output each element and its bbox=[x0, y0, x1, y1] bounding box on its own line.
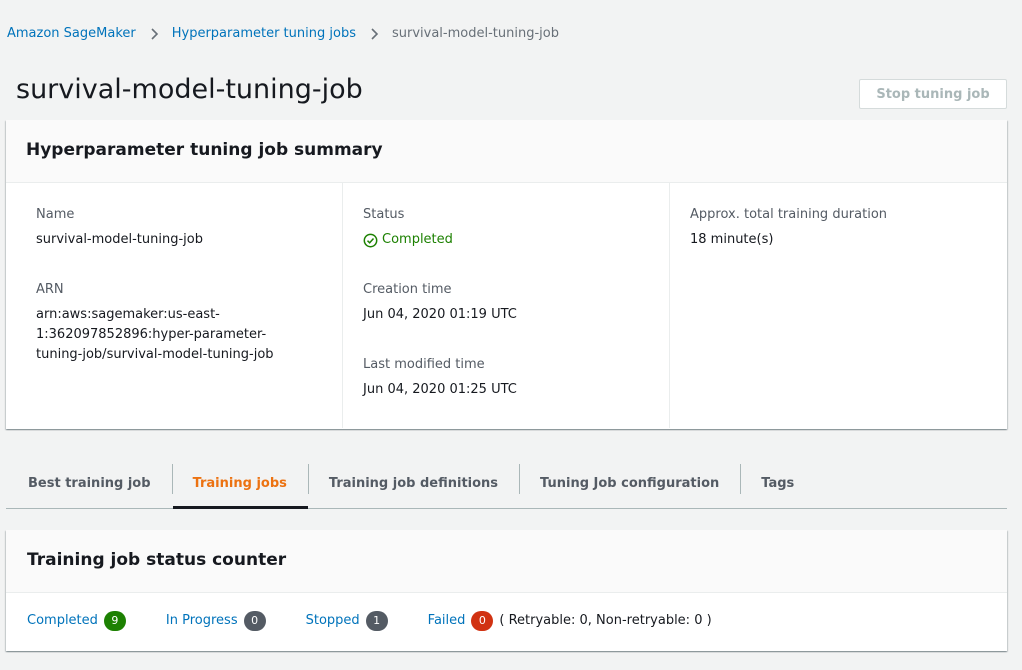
summary-column-3: Approx. total training duration 18 minut… bbox=[669, 183, 1007, 428]
summary-column-1: Name survival-model-tuning-job ARN arn:a… bbox=[6, 183, 342, 428]
status-label: Status bbox=[363, 207, 405, 222]
failed-link[interactable]: Failed bbox=[428, 613, 466, 628]
creation-time-label: Creation time bbox=[363, 282, 452, 297]
check-circle-icon bbox=[363, 233, 378, 248]
duration-value: 18 minute(s) bbox=[690, 232, 774, 247]
tab-tags[interactable]: Tags bbox=[740, 458, 815, 508]
failed-count-badge: 0 bbox=[471, 610, 494, 631]
counter-failed: Failed 0 ( Retryable: 0, Non-retryable: … bbox=[428, 610, 712, 631]
counter-stopped: Stopped 1 bbox=[306, 610, 388, 631]
arn-field: ARN arn:aws:sagemaker:us-east-1:36209785… bbox=[36, 280, 342, 365]
completed-link[interactable]: Completed bbox=[27, 613, 98, 628]
status-counter-title: Training job status counter bbox=[27, 550, 287, 570]
stopped-count-badge: 1 bbox=[365, 610, 388, 631]
name-field: Name survival-model-tuning-job bbox=[36, 205, 342, 250]
arn-label: ARN bbox=[36, 282, 64, 297]
summary-panel-header: Hyperparameter tuning job summary bbox=[6, 120, 1007, 183]
summary-column-2: Status Completed Creation time Jun 04, 2… bbox=[342, 183, 669, 428]
creation-time-field: Creation time Jun 04, 2020 01:19 UTC bbox=[363, 280, 669, 325]
name-value: survival-model-tuning-job bbox=[36, 232, 203, 247]
status-counter-header: Training job status counter bbox=[6, 530, 1007, 593]
tab-training-jobs[interactable]: Training jobs bbox=[171, 458, 309, 509]
summary-panel: Hyperparameter tuning job summary Name s… bbox=[6, 120, 1007, 429]
breadcrumb-sagemaker[interactable]: Amazon SageMaker bbox=[7, 25, 136, 43]
last-modified-field: Last modified time Jun 04, 2020 01:25 UT… bbox=[363, 355, 669, 400]
tab-tuning-job-configuration[interactable]: Tuning Job configuration bbox=[519, 458, 740, 508]
status-field: Status Completed bbox=[363, 205, 669, 250]
breadcrumb-tuning-jobs[interactable]: Hyperparameter tuning jobs bbox=[172, 25, 356, 43]
in-progress-count-badge: 0 bbox=[243, 610, 266, 631]
arn-value: arn:aws:sagemaker:us-east-1:362097852896… bbox=[36, 307, 274, 362]
status-counter-panel: Training job status counter Completed 9 … bbox=[6, 530, 1007, 651]
page: Amazon SageMaker Hyperparameter tuning j… bbox=[0, 0, 1022, 670]
page-title: survival-model-tuning-job bbox=[16, 74, 363, 105]
stopped-link[interactable]: Stopped bbox=[306, 613, 360, 628]
tab-training-job-definitions[interactable]: Training job definitions bbox=[307, 458, 519, 508]
status-counter-row: Completed 9 In Progress 0 Stopped 1 Fail… bbox=[6, 593, 1007, 648]
failed-detail-text: ( Retryable: 0, Non-retryable: 0 ) bbox=[499, 613, 712, 628]
name-label: Name bbox=[36, 207, 75, 222]
stop-tuning-job-button[interactable]: Stop tuning job bbox=[859, 79, 1007, 109]
tab-list: Best training job Training jobs Training… bbox=[6, 458, 1007, 509]
summary-body: Name survival-model-tuning-job ARN arn:a… bbox=[6, 183, 1007, 428]
status-value: Completed bbox=[363, 230, 669, 250]
in-progress-link[interactable]: In Progress bbox=[166, 613, 238, 628]
last-modified-label: Last modified time bbox=[363, 357, 485, 372]
counter-completed: Completed 9 bbox=[27, 610, 126, 631]
status-text: Completed bbox=[382, 232, 453, 247]
counter-in-progress: In Progress 0 bbox=[166, 610, 266, 631]
breadcrumb: Amazon SageMaker Hyperparameter tuning j… bbox=[7, 25, 559, 43]
creation-time-value: Jun 04, 2020 01:19 UTC bbox=[363, 307, 517, 322]
duration-field: Approx. total training duration 18 minut… bbox=[690, 205, 1007, 250]
tab-best-training-job[interactable]: Best training job bbox=[6, 458, 172, 508]
chevron-right-icon bbox=[356, 25, 392, 43]
chevron-right-icon bbox=[136, 25, 172, 43]
completed-count-badge: 9 bbox=[103, 610, 126, 631]
summary-panel-title: Hyperparameter tuning job summary bbox=[26, 140, 383, 160]
duration-label: Approx. total training duration bbox=[690, 207, 888, 222]
breadcrumb-current: survival-model-tuning-job bbox=[391, 26, 559, 41]
last-modified-value: Jun 04, 2020 01:25 UTC bbox=[363, 382, 517, 397]
